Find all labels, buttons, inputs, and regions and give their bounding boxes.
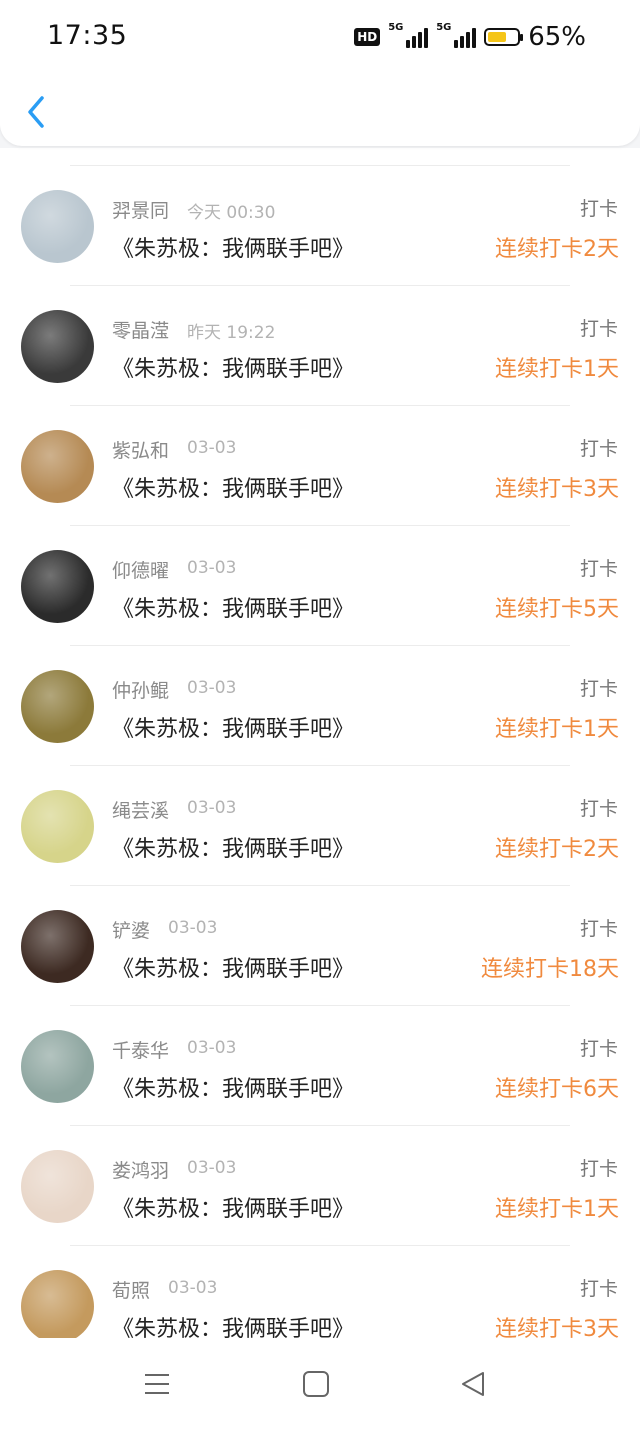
- user-name: 绳芸溪: [112, 800, 170, 822]
- checkin-tag: 打卡: [579, 198, 618, 220]
- checkin-date: 03-03: [187, 558, 237, 578]
- checkin-row[interactable]: 紫弘和 03-03 《朱苏极：我俩联手吧》 打卡连续打卡3天: [0, 388, 640, 508]
- streak-count: 连续打卡2天: [495, 837, 619, 862]
- checkin-list[interactable]: 羿景同 今天 00:30 《朱苏极：我俩联手吧》 打卡 连续打卡2天 零晶滢 昨天 19:2…: [0, 148, 640, 1338]
- book-title: 《朱苏极：我俩联手吧》: [112, 237, 355, 262]
- user-name: 千泰华: [112, 1040, 170, 1062]
- avatar[interactable]: [21, 190, 94, 263]
- checkin-row[interactable]: 娄鸿羽 03-03 《朱苏极：我俩联手吧》 打卡连续打卡1天: [0, 1108, 640, 1228]
- checkin-tag: 打卡: [579, 1038, 618, 1060]
- streak-count: 连续打卡6天: [495, 1077, 619, 1102]
- book-title: 《朱苏极：我俩联手吧》: [112, 597, 355, 622]
- streak-count: 连续打卡2天: [495, 237, 619, 262]
- checkin-tag: 打卡: [579, 1278, 618, 1300]
- menu-icon[interactable]: [143, 1370, 171, 1398]
- user-name: 紫弘和: [112, 440, 170, 462]
- row-divider: [70, 525, 570, 526]
- book-title: 《朱苏极：我俩联手吧》: [112, 837, 355, 862]
- checkin-date: 今天 00:30: [187, 203, 276, 223]
- checkin-row[interactable]: 零晶滢 昨天 19:22 《朱苏极：我俩联手吧》 打卡连续打卡1天: [0, 268, 640, 388]
- signal-icon-2: 5G: [436, 22, 477, 48]
- checkin-tag: 打卡: [579, 1158, 618, 1180]
- user-name: 仰德曜: [112, 560, 170, 582]
- avatar[interactable]: [21, 550, 94, 623]
- checkin-row[interactable]: 仰德曜 03-03 《朱苏极：我俩联手吧》 打卡连续打卡5天: [0, 508, 640, 628]
- avatar[interactable]: [21, 670, 94, 743]
- checkin-date: 03-03: [187, 1158, 237, 1178]
- avatar[interactable]: [21, 310, 94, 383]
- checkin-date: 03-03: [187, 678, 237, 698]
- avatar[interactable]: [21, 430, 94, 503]
- streak-count: 连续打卡1天: [495, 357, 619, 382]
- checkin-date: 昨天 19:22: [187, 323, 276, 343]
- checkin-tag: 打卡: [579, 438, 618, 460]
- back-triangle-icon[interactable]: [459, 1370, 487, 1398]
- streak-count: 连续打卡1天: [495, 1197, 619, 1222]
- streak-count: 连续打卡3天: [495, 477, 619, 502]
- checkin-row[interactable]: 荀照 03-03 《朱苏极：我俩联手吧》 打卡连续打卡3天: [0, 1228, 640, 1338]
- checkin-tag: 打卡: [579, 918, 618, 940]
- checkin-date: 03-03: [187, 798, 237, 818]
- user-name: 娄鸿羽: [112, 1160, 170, 1182]
- checkin-date: 03-03: [168, 918, 218, 938]
- row-divider: [70, 405, 570, 406]
- row-divider: [70, 165, 570, 166]
- user-name: 荀照: [112, 1280, 151, 1302]
- checkin-date: 03-03: [187, 438, 237, 458]
- back-arrow-icon[interactable]: [22, 92, 52, 132]
- checkin-tag: 打卡: [579, 318, 618, 340]
- status-icons: HD 5G 5G 65%: [354, 22, 586, 52]
- user-name: 铲婆: [112, 920, 151, 942]
- book-title: 《朱苏极：我俩联手吧》: [112, 1197, 355, 1222]
- streak-count: 连续打卡18天: [481, 957, 619, 982]
- book-title: 《朱苏极：我俩联手吧》: [112, 1077, 355, 1102]
- checkin-date: 03-03: [168, 1278, 218, 1298]
- checkin-row[interactable]: 仲孙鲲 03-03 《朱苏极：我俩联手吧》 打卡连续打卡1天: [0, 628, 640, 748]
- checkin-row[interactable]: 羿景同 今天 00:30 《朱苏极：我俩联手吧》 打卡连续打卡2天: [0, 148, 640, 268]
- checkin-row[interactable]: 铲婆 03-03 《朱苏极：我俩联手吧》 打卡连续打卡18天: [0, 868, 640, 988]
- row-divider: [70, 1125, 570, 1126]
- battery-percent: 65%: [528, 22, 586, 52]
- avatar[interactable]: [21, 1150, 94, 1223]
- row-divider: [70, 885, 570, 886]
- streak-count: 连续打卡1天: [495, 717, 619, 742]
- checkin-tag: 打卡: [579, 558, 618, 580]
- row-divider: [70, 1005, 570, 1006]
- row-divider: [70, 1245, 570, 1246]
- book-title: 《朱苏极：我俩联手吧》: [112, 1317, 355, 1338]
- signal-icon: 5G: [388, 22, 429, 48]
- avatar[interactable]: [21, 910, 94, 983]
- battery-icon: [484, 28, 524, 46]
- row-divider: [70, 765, 570, 766]
- checkin-tag: 打卡: [579, 798, 618, 820]
- streak-count: 连续打卡5天: [495, 597, 619, 622]
- home-square-icon[interactable]: [302, 1370, 330, 1398]
- row-divider: [70, 285, 570, 286]
- user-name: 仲孙鲲: [112, 680, 170, 702]
- book-title: 《朱苏极：我俩联手吧》: [112, 477, 355, 502]
- checkin-row[interactable]: 绳芸溪 03-03 《朱苏极：我俩联手吧》 打卡连续打卡2天: [0, 748, 640, 868]
- checkin-tag: 打卡: [579, 678, 618, 700]
- system-nav-bar: [0, 1338, 640, 1429]
- book-title: 《朱苏极：我俩联手吧》: [112, 357, 355, 382]
- avatar[interactable]: [21, 1270, 94, 1338]
- checkin-date: 03-03: [187, 1038, 237, 1058]
- hd-voice-icon: HD: [354, 28, 381, 46]
- status-time: 17:35: [47, 20, 128, 51]
- header: 17:35 HD 5G 5G 65%: [0, 0, 640, 146]
- avatar[interactable]: [21, 790, 94, 863]
- user-name: 零晶滢: [112, 320, 170, 342]
- book-title: 《朱苏极：我俩联手吧》: [112, 717, 355, 742]
- user-name: 羿景同: [112, 200, 170, 222]
- checkin-row[interactable]: 千泰华 03-03 《朱苏极：我俩联手吧》 打卡连续打卡6天: [0, 988, 640, 1108]
- streak-count: 连续打卡3天: [495, 1317, 619, 1338]
- book-title: 《朱苏极：我俩联手吧》: [112, 957, 355, 982]
- row-divider: [70, 645, 570, 646]
- avatar[interactable]: [21, 1030, 94, 1103]
